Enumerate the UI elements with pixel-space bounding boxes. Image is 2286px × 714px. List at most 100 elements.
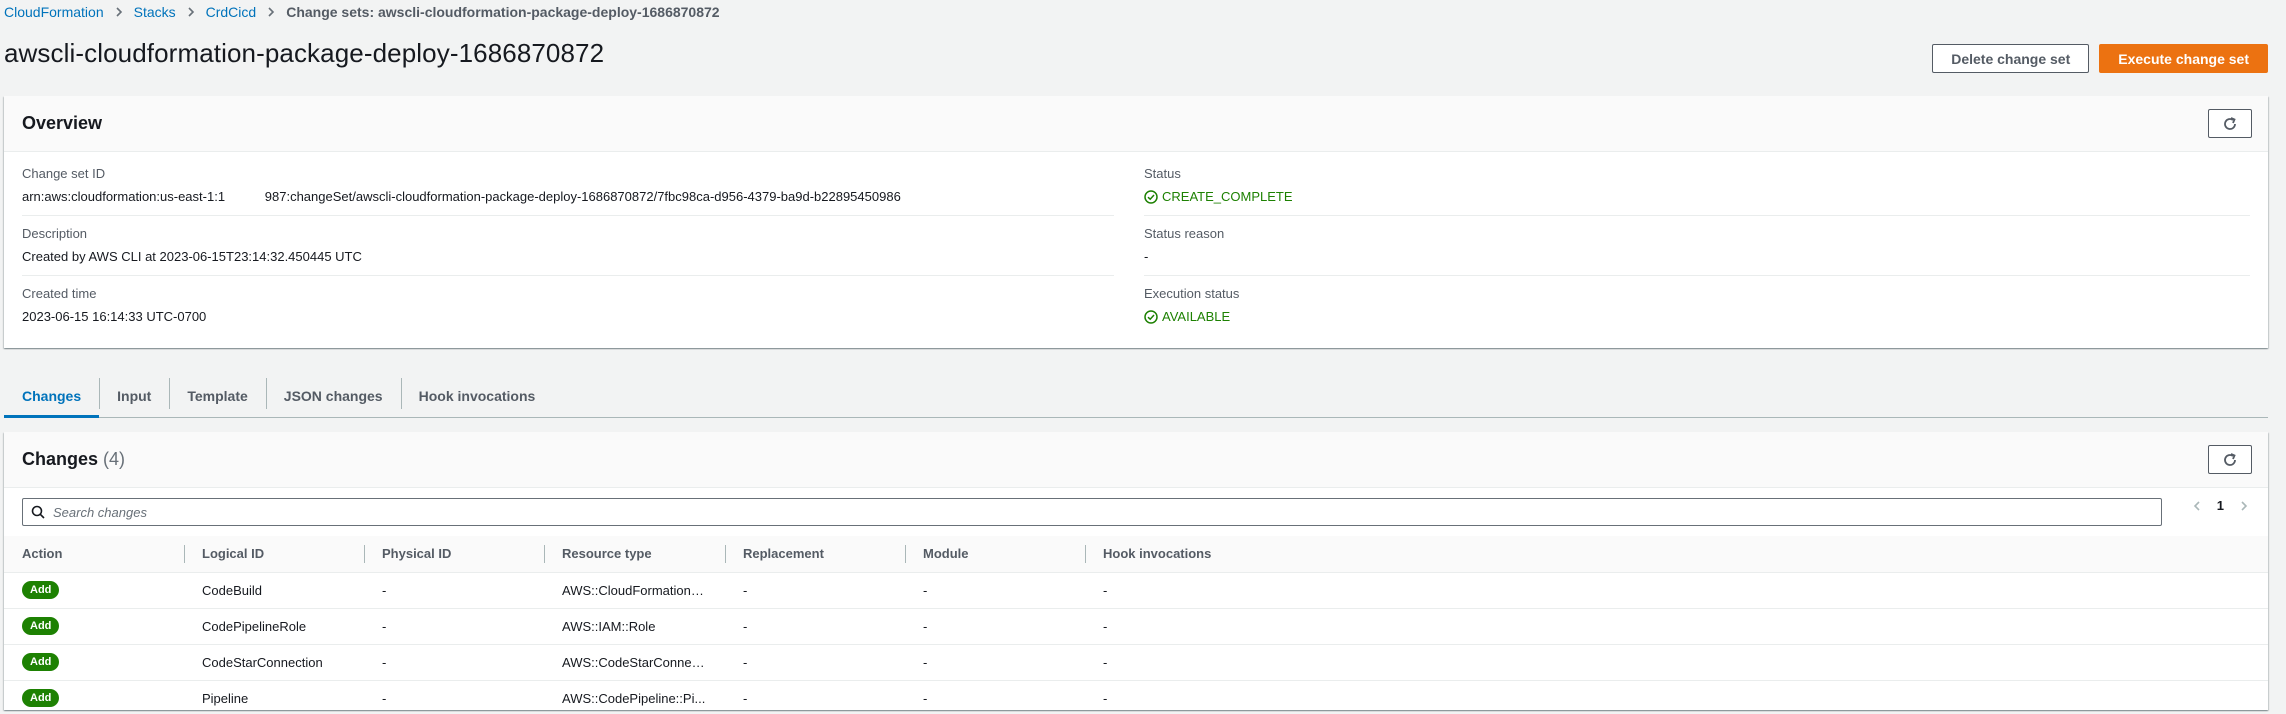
logical-id-cell: Pipeline — [202, 690, 249, 706]
search-box — [22, 498, 2162, 526]
status-value: CREATE_COMPLETE — [1144, 189, 1293, 204]
table-row: Add CodeBuild - AWS::CloudFormation::...… — [4, 572, 2268, 609]
breadcrumb-stack-crdcicd[interactable]: CrdCicd — [206, 4, 257, 20]
status-reason-value: - — [1144, 249, 1149, 264]
page-number-button[interactable]: 1 — [2217, 498, 2224, 513]
page-title: awscli-cloudformation-package-deploy-168… — [4, 38, 605, 68]
divider — [1144, 215, 2250, 216]
execution-status-value: AVAILABLE — [1144, 309, 1230, 324]
column-header-logical-id[interactable]: Logical ID — [184, 536, 364, 573]
delete-change-set-button[interactable]: Delete change set — [1932, 44, 2090, 73]
tab-input[interactable]: Input — [99, 374, 169, 417]
table-row: Add CodePipelineRole - AWS::IAM::Role - … — [4, 608, 2268, 645]
status-reason-label: Status reason — [1144, 226, 1225, 241]
logical-id-cell: CodeBuild — [184, 572, 364, 609]
tab-changes[interactable]: Changes — [4, 374, 100, 418]
physical-id-cell: - — [364, 608, 544, 645]
replacement-cell: - — [725, 572, 905, 609]
physical-id-cell: - — [364, 572, 544, 609]
changes-panel: Changes (4) 1 — [4, 432, 2268, 710]
chevron-left-icon — [2193, 500, 2200, 511]
execution-status-text: AVAILABLE — [1162, 309, 1231, 324]
execute-change-set-button[interactable]: Execute change set — [2099, 44, 2268, 73]
hook-invocations-cell: - — [1085, 644, 2268, 681]
status-text: CREATE_COMPLETE — [1162, 189, 1293, 204]
module-cell: - — [905, 644, 1085, 681]
overview-grid: Change set ID arn:aws:cloudformation:us-… — [4, 152, 2268, 346]
page: CloudFormation Stacks CrdCicd Change set… — [0, 0, 2286, 714]
tab-bar: Changes Input Template JSON changes Hook… — [4, 374, 2268, 418]
physical-id-cell: - — [382, 690, 387, 706]
column-header-physical-id[interactable]: Physical ID — [364, 536, 544, 573]
action-badge: Add — [22, 617, 60, 635]
column-header-module[interactable]: Module — [905, 536, 1085, 573]
physical-id-cell: - — [364, 644, 544, 681]
status-field: Status CREATE_COMPLETE — [1144, 166, 1293, 207]
resource-type-cell: AWS::CodePipeline::Pi... — [544, 680, 725, 714]
breadcrumb-stacks[interactable]: Stacks — [134, 4, 176, 20]
chevron-right-icon — [2241, 500, 2248, 511]
column-header-replacement[interactable]: Replacement — [725, 536, 905, 573]
created-time-field: Created time 2023-06-15 16:14:33 UTC-070… — [22, 286, 206, 324]
refresh-icon — [2224, 116, 2236, 130]
description-label: Description — [22, 226, 88, 241]
module-cell: - — [923, 690, 928, 706]
breadcrumb: CloudFormation Stacks CrdCicd Change set… — [4, 0, 720, 24]
overview-panel: Overview Change set ID arn:aws:cloudform… — [4, 96, 2268, 348]
resource-type-text: AWS::IAM::Role — [562, 619, 656, 635]
column-header-resource-type[interactable]: Resource type — [544, 536, 725, 573]
created-time-label: Created time — [22, 286, 97, 301]
resource-type-cell: AWS::CloudFormation::... — [544, 572, 725, 609]
change-set-id-value: arn:aws:cloudformation:us-east-1:1 987:c… — [22, 189, 901, 204]
previous-page-button[interactable] — [2191, 500, 2203, 512]
tab-template[interactable]: Template — [169, 374, 265, 417]
overview-refresh-button[interactable] — [2208, 109, 2252, 138]
changes-header: Changes (4) — [4, 432, 2268, 488]
overview-header: Overview — [4, 96, 2268, 152]
action-badge: Add — [22, 653, 60, 671]
tab-json-changes[interactable]: JSON changes — [265, 374, 401, 417]
execution-status-field: Execution status AVAILABLE — [1144, 286, 1239, 327]
action-badge: Add — [22, 689, 60, 708]
hook-invocations-cell: - — [1085, 608, 2268, 645]
table-header-row: Action Logical ID Physical ID Resource t… — [4, 536, 2268, 573]
changes-title: Changes (4) — [22, 449, 125, 470]
column-header-action[interactable]: Action — [4, 536, 184, 573]
action-badge: Add — [22, 581, 60, 599]
created-time-value: 2023-06-15 16:14:33 UTC-0700 — [22, 309, 207, 324]
breadcrumb-cloudformation[interactable]: CloudFormation — [4, 4, 104, 20]
execution-status-label: Execution status — [1144, 286, 1240, 301]
change-set-id-label: Change set ID — [22, 166, 106, 181]
changes-refresh-button[interactable] — [2208, 445, 2252, 474]
hook-invocations-cell: - — [1085, 572, 2268, 609]
changes-table: Action Logical ID Physical ID Resource t… — [4, 536, 2268, 714]
search-changes-input[interactable] — [53, 504, 2153, 520]
logical-id-cell: CodeStarConnection — [184, 644, 364, 681]
search-row: 1 — [4, 488, 2268, 536]
chevron-right-icon — [256, 6, 286, 18]
replacement-cell: - — [725, 608, 905, 645]
divider — [22, 215, 1114, 216]
check-circle-icon — [1144, 189, 1158, 204]
changes-count: (4) — [103, 449, 126, 469]
tab-hook-invocations[interactable]: Hook invocations — [400, 374, 554, 417]
resource-type-cell: AWS::CodeStarConnec... — [544, 644, 725, 681]
changes-title-text: Changes — [22, 449, 99, 469]
replacement-cell: - — [725, 644, 905, 681]
description-value: Created by AWS CLI at 2023-06-15T23:14:3… — [22, 249, 362, 264]
header-actions: Delete change set Execute change set — [1932, 44, 2268, 73]
check-circle-icon — [1144, 309, 1158, 324]
table-row: Add CodeStarConnection - AWS::CodeStarCo… — [4, 644, 2268, 681]
pagination: 1 — [2191, 498, 2250, 513]
chevron-right-icon — [104, 6, 134, 18]
column-header-hook-invocations[interactable]: Hook invocations — [1085, 536, 2268, 573]
hook-invocations-cell: - — [1103, 690, 1108, 706]
resource-type-text: AWS::CodeStarConnec... — [562, 655, 707, 671]
breadcrumb-current: Change sets: awscli-cloudformation-packa… — [286, 4, 720, 20]
replacement-cell: - — [743, 690, 748, 706]
next-page-button[interactable] — [2238, 500, 2250, 512]
change-set-id-field: Change set ID arn:aws:cloudformation:us-… — [22, 166, 901, 204]
table-row: Add Pipeline - AWS::CodePipeline::Pi... … — [4, 680, 2268, 714]
divider — [1144, 275, 2250, 276]
status-label: Status — [1144, 166, 1181, 181]
